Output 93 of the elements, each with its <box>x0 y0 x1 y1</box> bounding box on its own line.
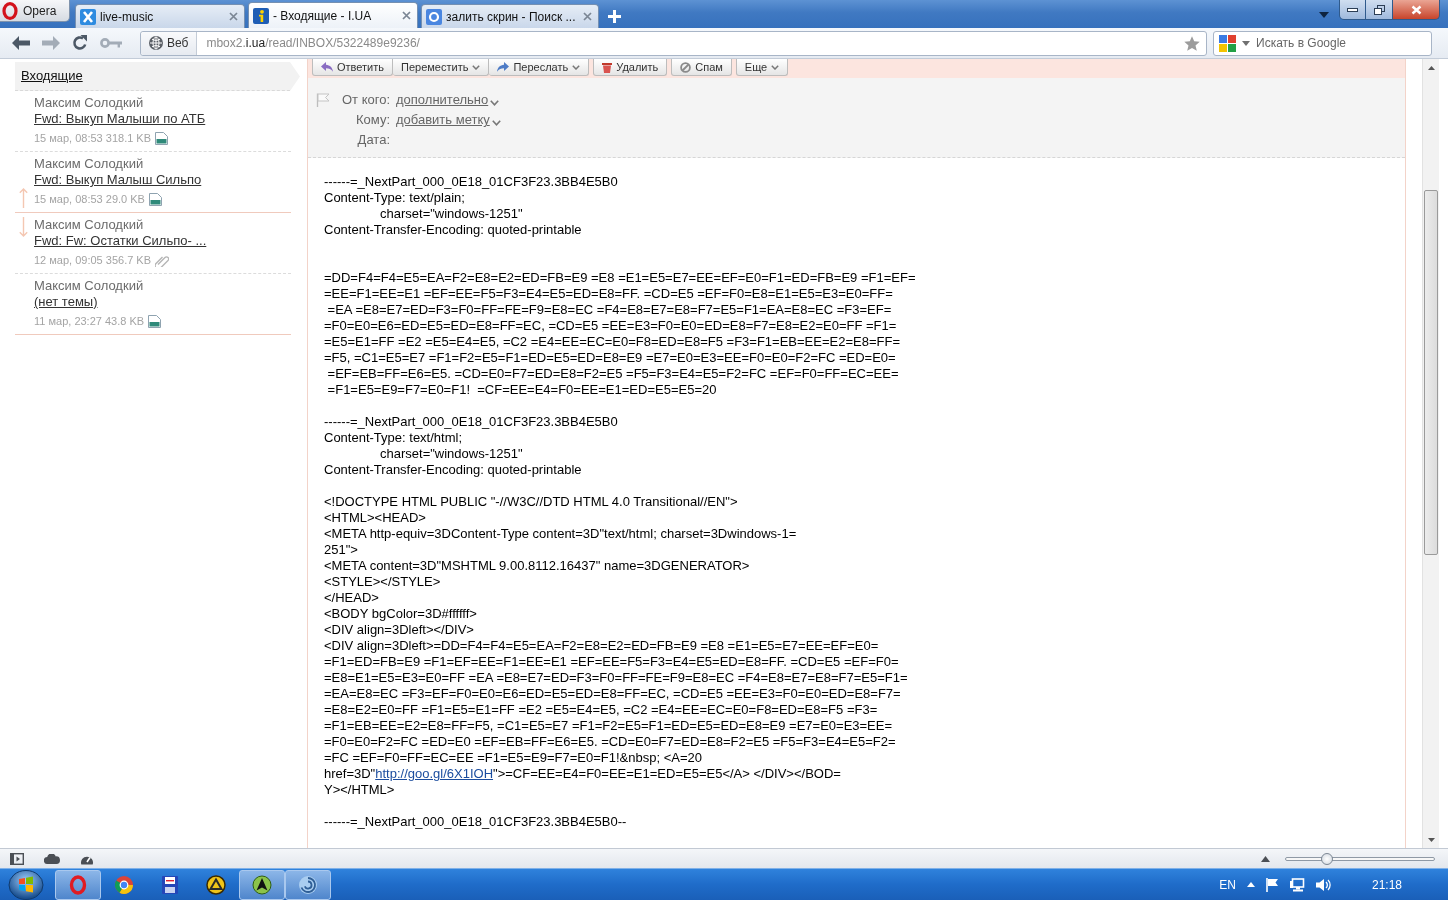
subject-link[interactable]: Fwd: Выкуп Малыши по АТБ <box>34 111 206 127</box>
language-indicator[interactable]: EN <box>1219 875 1236 894</box>
close-icon[interactable] <box>583 12 593 21</box>
sender-name: Максим Солодкий <box>34 95 144 111</box>
slider-thumb[interactable] <box>1321 852 1334 865</box>
menu-button[interactable]: Opera <box>0 0 70 22</box>
wheel-icon <box>114 874 134 895</box>
minimize-button[interactable] <box>1339 0 1366 20</box>
address-field[interactable]: mbox2.i.ua/read/INBOX/5322489e9236/ <box>197 34 1184 52</box>
message-text: <!DOCTYPE HTML PUBLIC "-//W3C//DTD HTML 4.0 Transitional//EN"> <HTML><HEAD> <META http-equiv=3DContent-Type content=3D"text/html; charset=3Dwindows-1= 251"> <META content=3D"MSHTML 9.00.8112.16437" name=3DGENERATOR> <STYLE></STYLE> </HEAD> <BODY bgColor=3D#ffffff> <DIV align=3Dleft></DIV> <DIV align=3Dleft>=DD=F4=F4=E5=EA=F2=E8=E2=ED=FB=E9 =E8 =E1=E5=E7=EE=EF=E0= =F1=ED=FB=E9 =F1=EF=EE=F1=EE=E1 =EF=EE=F5=F3=E4=E5=ED=E8=FF. =CD=E5 =EF=F0= =E8=E1=E5=E3=E0=FF =EA =E8=E7=ED=F3=F0=FF=FE=F9=E8=EC =F4=E8=E7=E8=F7=E5=F1= =EA=E8=EC =F3=EF=F0=E0=E6=ED=E5=ED=E8=FF=EC, =CD=E5 =EE=E3=F0=E0=ED=E8=F7= =E8=E2=E0=FF =F1=E5=E1=FF =E2 =E5=E4=E5, =C2 =E4=EE=EC=E0=F8=ED=E8=F5 =F3= =F1=EB=EE=E2=E8=FF=F5, =C1=E5=E7 =F1=F2=E5=F1=ED=E5=ED=E8=E9 =E7=E0=E3=EE= =F0=E0=F2=FC =ED=E0 =EF=EB=FF=E6=E5. =CD=E0=F7=ED=E8=F2=E5 =F5=F3=E4=E5=F2= =FC =EF=F0=FF=EC=EE =F1=E5=E9=F7=E0=F1!&nbsp; <A=20 href=3D"http://goo.gl/6X1IOH">=CF=EE=E4=F0=EE=E1=ED=E5=E5</A> </DIV></BOD= Y></HTML> <box>324 494 908 798</box>
message-text: ------=_NextPart_000_0E18_01CF3F23.3BB4E5B0 Content-Type: text/plain; charset="windows-1251" Content-Transfer-Encoding: quoted-printable =DD=F4=F4=E5=EA=F2=E8=E2=ED=FB=E9 =E8 =E1=E5=E7=EE=EF=E0=F1=ED=FB=E9 =F1=EF= =EE=F1=EE=E1 =EF=EE=F5=F3=E4=E5=ED=E8=FF. =CD=E5 =EF=F0=E8=E1=E5=E3=E0=FF= =EA =E8=E7=ED=F3=F0=FF=FE=F9=E8=EC =F4=E8=E7=E8=F7=E5=F1=EA=E8=EC =F3=EF= =F0=E0=E6=ED=E5=ED=E8=FF=EC, =CD=E5 =EE=E3=F0=E0=ED=E8=F7=E8=E2=E0=FF =F1= =E5=E1=FF =E2 =E5=E4=E5, =C2 =E4=EE=EC=E0=F8=ED=E8=F5 =F3=F1=EB=EE=E2=E8=FF= =F5, =C1=E5=E7 =F1=F2=E5=F1=ED=E5=ED=E8=E9 =E7=E0=E3=EE=F0=E0=F2=FC =ED=E0= =EF=EB=FF=E6=E5. =CD=E0=F7=ED=E8=F2=E5 =F5=F3=E4=E5=F2=FC =EF=F0=FF=EC=EE= =F1=E5=E9=F7=E0=F1! =CF=EE=E4=F0=EE=E1=ED=E5=E5=20 <box>324 174 916 398</box>
star-icon[interactable] <box>1184 35 1200 51</box>
caret-down-icon[interactable] <box>1427 837 1435 842</box>
subject-link[interactable]: Fwd: Выкуп Малыш Сильпо <box>34 172 202 188</box>
close-icon <box>1410 4 1422 15</box>
network-icon[interactable] <box>1289 877 1305 892</box>
paperclip-icon <box>155 253 170 267</box>
globe-icon <box>149 36 163 50</box>
caret-up-icon[interactable] <box>1427 65 1435 70</box>
ring-tile-icon <box>426 8 442 25</box>
cloud-icon[interactable] <box>44 853 60 864</box>
message-meta: 12 мар, 09:05 356.7 KB <box>34 253 152 268</box>
cross-icon <box>80 8 96 25</box>
squares-icon[interactable] <box>1219 34 1236 52</box>
ring-icon <box>68 874 88 895</box>
swirl-icon <box>298 874 318 895</box>
file-icon <box>148 314 162 328</box>
ring-icon <box>2 1 18 20</box>
subject-link[interactable]: Fwd: Fw: Остатки Сильпо- ... <box>34 233 207 249</box>
message-item[interactable]: Максим Солодкий Fwd: Выкуп Малыши по АТБ 15 мар, 08:53 318.1 KB <box>15 91 291 152</box>
field-label: От кого: <box>340 91 390 110</box>
chevron-down-icon[interactable] <box>491 119 501 126</box>
toolbar-button[interactable]: Ответить <box>312 59 394 76</box>
toolbar-button[interactable]: Спам <box>671 59 732 76</box>
triangle-badge-icon <box>206 874 226 895</box>
vertical-scrollbar[interactable] <box>1422 59 1439 848</box>
file-icon <box>155 131 169 145</box>
taskbar-button[interactable] <box>239 869 285 900</box>
caret-icon[interactable] <box>1242 40 1250 46</box>
browser-tab[interactable]: live-music <box>75 4 245 28</box>
sender-name: Максим Солодкий <box>34 217 144 233</box>
trash-icon <box>602 61 613 73</box>
info-icon <box>253 7 269 24</box>
browser-tab[interactable]: - Входящие - I.UA <box>248 2 418 28</box>
restore-button[interactable] <box>1366 0 1393 20</box>
orb-icon[interactable] <box>8 869 44 900</box>
chevron-down-icon[interactable] <box>490 99 500 106</box>
message-meta: 15 мар, 08:53 29.0 KB <box>34 192 145 207</box>
reload-icon[interactable] <box>72 35 88 51</box>
site-info-button[interactable]: Веб <box>141 31 198 55</box>
curved-arrow-icon <box>497 62 510 72</box>
field-link[interactable]: дополнительно <box>396 90 489 110</box>
field-link[interactable]: добавить метку <box>396 110 490 130</box>
close-button[interactable] <box>1393 0 1440 20</box>
toolbar-button[interactable]: Переслать <box>489 59 590 76</box>
message-link[interactable]: http://goo.gl/6X1IOH <box>375 766 494 781</box>
message-text: ------=_NextPart_000_0E18_01CF3F23.3BB4E5B0-- <box>324 814 627 830</box>
blocked-icon <box>680 61 692 73</box>
browser-tab[interactable]: залить скрин - Поиск ... <box>421 4 600 28</box>
file-icon <box>148 192 162 206</box>
message-text: ------=_NextPart_000_0E18_01CF3F23.3BB4E5B0 Content-Type: text/html; charset="windows-1251" Content-Transfer-Encoding: quoted-printable <box>324 414 618 478</box>
flag-icon[interactable] <box>1265 877 1279 892</box>
toolbar-button[interactable]: Удалить <box>593 59 668 76</box>
search-box[interactable]: Искать в Google <box>1213 30 1432 56</box>
speaker-icon[interactable] <box>1315 877 1331 892</box>
panel-icon[interactable] <box>10 852 24 865</box>
message-item[interactable]: Максим Солодкий Fwd: Выкуп Малыш Сильпо 15 мар, 08:53 29.0 KB <box>15 152 291 213</box>
sender-name: Максим Солодкий <box>34 156 144 172</box>
message-item[interactable]: Максим Солодкий (нет темы) 11 мар, 23:27 43.8 KB <box>15 274 291 335</box>
field-label: Кому: <box>355 111 390 130</box>
folder-link[interactable]: Входящие <box>21 66 83 86</box>
minimize-icon <box>1347 7 1358 12</box>
clock-text[interactable]: 21:18 <box>1371 875 1402 894</box>
close-icon[interactable] <box>402 11 411 20</box>
sender-name: Максим Солодкий <box>34 278 144 294</box>
back-arrow-icon[interactable] <box>12 36 30 50</box>
search-input[interactable]: Искать в Google <box>1256 34 1406 52</box>
triangle-up-icon[interactable] <box>1246 882 1255 887</box>
triangle-up-icon[interactable] <box>1261 855 1270 862</box>
curved-arrow-icon <box>321 62 333 72</box>
restore-icon <box>1373 4 1385 15</box>
toolbar-button[interactable]: Переместить <box>393 59 490 76</box>
caret-icon[interactable] <box>1319 12 1329 18</box>
subject-link[interactable]: (нет темы) <box>34 294 98 310</box>
message-item[interactable]: Максим Солодкий Fwd: Fw: Остатки Сильпо- ... 12 мар, 09:05 356.7 KB <box>15 213 291 274</box>
arrowhead-badge-icon <box>252 874 272 895</box>
message-meta: 11 мар, 23:27 43.8 KB <box>34 314 145 329</box>
toolbar-button[interactable]: Еще <box>735 59 789 76</box>
plus-icon[interactable] <box>608 10 622 23</box>
scrollbar-thumb[interactable] <box>1424 190 1438 555</box>
close-icon[interactable] <box>229 12 238 21</box>
field-label: Дата: <box>356 131 390 150</box>
message-meta: 15 мар, 08:53 318.1 KB <box>34 131 152 146</box>
